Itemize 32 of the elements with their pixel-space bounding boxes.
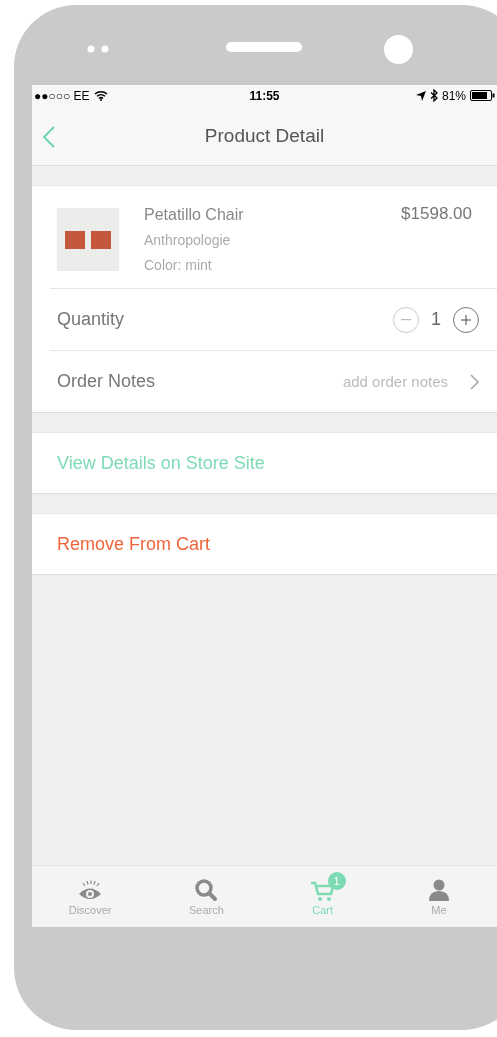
order-notes-field[interactable]: add order notes [296, 372, 450, 391]
bluetooth-icon [429, 89, 438, 102]
quantity-label: Quantity [57, 309, 126, 330]
status-time: 11:55 [249, 88, 280, 103]
tab-item[interactable]: Search [148, 866, 265, 927]
page-title: Product Detail [204, 124, 325, 147]
store-link[interactable]: View Details on Store Site [32, 432, 497, 494]
quantity-value: 1 [431, 309, 441, 330]
tab-item[interactable]: Me [380, 866, 497, 927]
remove-button[interactable]: Remove From Cart [32, 513, 497, 575]
cart-count-badge: 1 [327, 871, 346, 890]
product-photo-placeholder [57, 208, 119, 271]
plus-icon [461, 314, 471, 325]
chevron-right-icon [470, 373, 479, 390]
minus-icon [401, 318, 411, 321]
chevron-left-icon [42, 125, 56, 149]
camera-circle [384, 35, 413, 64]
tab-item[interactable]: 1 Cart [264, 866, 381, 927]
location-arrow-icon [415, 90, 426, 101]
person-icon [427, 877, 450, 902]
wifi-icon [93, 90, 108, 101]
battery-percent: 81% [441, 88, 466, 103]
search-icon [194, 877, 219, 902]
sensor-dots-icon [87, 45, 111, 53]
order-notes-label: Order Notes [57, 371, 157, 392]
battery-icon [470, 90, 495, 101]
product-price: $1598.00 [401, 204, 472, 224]
product-color: Color: mint [144, 256, 213, 275]
product-name: Petatillo Chair [144, 205, 245, 225]
carrier-signal: ●●○○○ EE [34, 88, 90, 103]
product-brand: Anthropologie [144, 231, 232, 250]
tab-item[interactable]: Discover [32, 866, 149, 927]
